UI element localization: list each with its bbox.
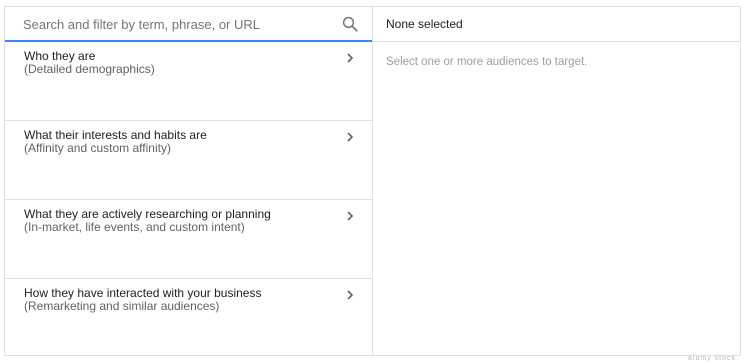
search-input[interactable] — [23, 14, 333, 34]
category-subtitle: (In-market, life events, and custom inte… — [24, 220, 245, 234]
search-bar — [5, 7, 372, 42]
category-subtitle: (Affinity and custom affinity) — [24, 141, 171, 155]
empty-selection-message: Select one or more audiences to target. — [386, 56, 588, 68]
chevron-right-icon — [347, 53, 354, 63]
chevron-right-icon — [347, 290, 354, 300]
selected-audiences-pane: None selected Select one or more audienc… — [373, 7, 740, 355]
category-who-they-are[interactable]: Who they are (Detailed demographics) — [5, 42, 372, 121]
selection-header: None selected — [373, 7, 740, 42]
audience-browse-pane: Who they are (Detailed demographics) Wha… — [5, 7, 373, 355]
category-interests-habits[interactable]: What their interests and habits are (Aff… — [5, 121, 372, 200]
chevron-right-icon — [347, 211, 354, 221]
watermark: alamy stock — [688, 355, 736, 362]
audience-picker: Who they are (Detailed demographics) Wha… — [4, 6, 741, 356]
category-interacted-business[interactable]: How they have interacted with your busin… — [5, 279, 372, 358]
category-subtitle: (Detailed demographics) — [24, 62, 155, 76]
search-icon[interactable] — [341, 15, 359, 33]
chevron-right-icon — [347, 132, 354, 142]
category-subtitle: (Remarketing and similar audiences) — [24, 299, 220, 313]
category-researching-planning[interactable]: What they are actively researching or pl… — [5, 200, 372, 279]
